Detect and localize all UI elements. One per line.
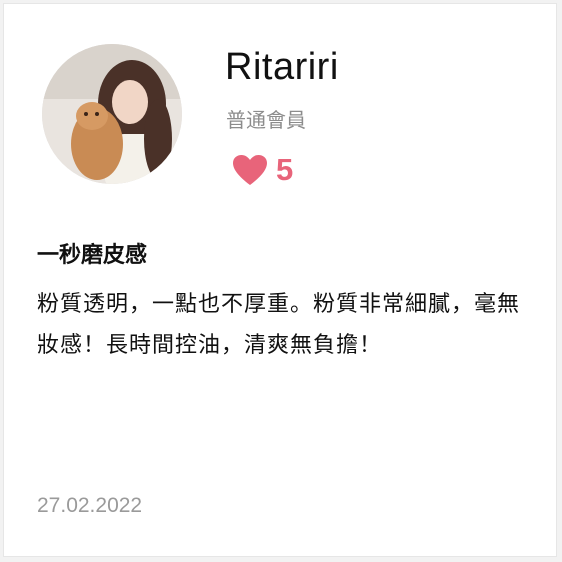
member-level-label: 普通會員 [226,108,306,132]
review-date: 27.02.2022 [37,494,143,517]
review-body: 粉質透明，一點也不厚重。粉質非常細膩，毫無妝感！長時間控油，清爽無負擔！ [37,292,521,358]
like-count: 5 [276,152,294,187]
heart-icon [232,154,268,186]
avatar[interactable] [42,44,182,184]
avatar-photo [42,44,182,184]
review-card: Ritariri 普通會員 5 一秒磨皮感 粉質透明，一點也不厚重。粉質非常細膩… [3,3,557,557]
username[interactable]: Ritariri [225,46,339,89]
review-title: 一秒磨皮感 [37,243,148,268]
like-button[interactable]: 5 [232,152,293,188]
